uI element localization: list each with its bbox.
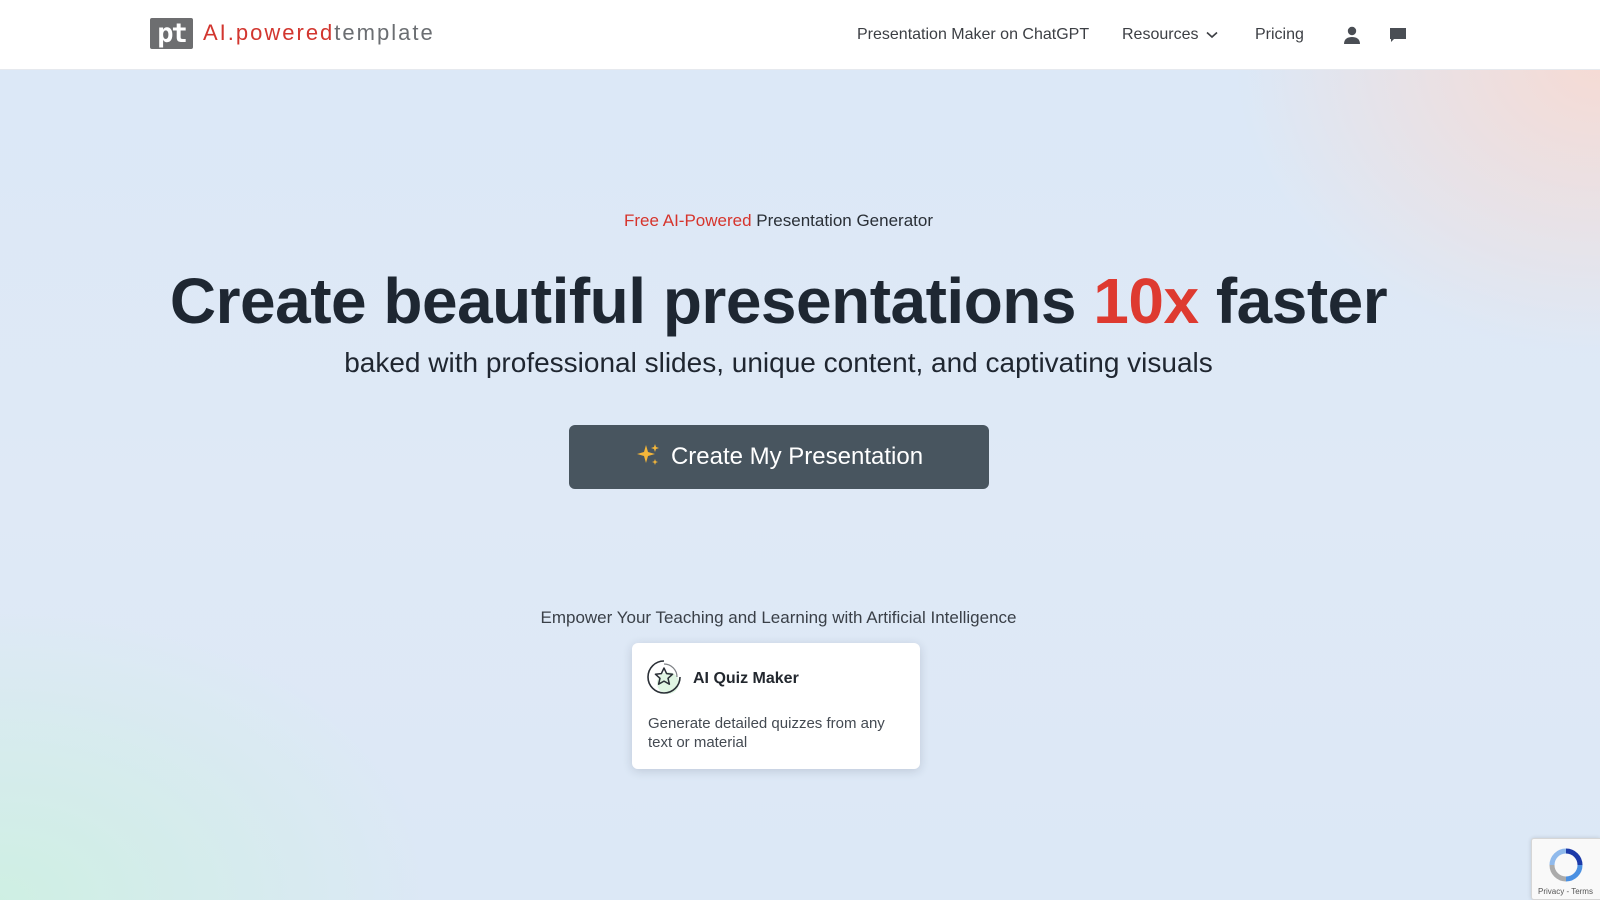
logo-mark: pt	[150, 17, 193, 49]
hero-headline-before: Create beautiful presentations	[169, 265, 1077, 337]
nav-link-presentation-maker-chatgpt[interactable]: Presentation Maker on ChatGPT	[857, 0, 1089, 70]
hero-subheading: baked with professional slides, unique c…	[344, 347, 1213, 378]
hero-eyebrow: Free AI-Powered Presentation Generator	[0, 211, 1557, 231]
hero-headline-accent: 10x	[1093, 265, 1199, 337]
nav-dropdown-resources[interactable]: Resources	[1122, 0, 1219, 70]
chat-icon[interactable]	[1386, 23, 1410, 47]
create-presentation-label: Create My Presentation	[670, 443, 924, 470]
recaptcha-badge[interactable]: Privacy - Terms	[1531, 838, 1600, 900]
sparkle-icon	[635, 442, 661, 472]
section-title: Empower Your Teaching and Learning with …	[540, 608, 1017, 627]
feature-card-description: Generate detailed quizzes from any text …	[648, 715, 885, 751]
recaptcha-terms[interactable]: Privacy - Terms	[1538, 887, 1593, 896]
create-presentation-button[interactable]: Create My Presentation	[569, 425, 989, 489]
feature-card-ai-quiz-maker[interactable]: AI Quiz Maker Generate detailed quizzes …	[632, 643, 920, 769]
feature-card-title: AI Quiz Maker	[693, 670, 799, 687]
logo-wordmark-grey: template	[334, 20, 435, 45]
hero-eyebrow-rest: Presentation Generator	[756, 211, 933, 230]
logo-wordmark: AI.poweredtemplate	[203, 20, 435, 46]
chevron-down-icon	[1206, 26, 1219, 44]
nav-resources-label: Resources	[1122, 26, 1199, 43]
hero-eyebrow-accent: Free AI-Powered	[623, 211, 752, 230]
user-icon[interactable]	[1340, 23, 1364, 47]
hero-headline-after: faster	[1215, 265, 1388, 337]
recaptcha-icon	[1548, 847, 1584, 888]
site-logo[interactable]: pt AI.poweredtemplate	[150, 17, 435, 49]
nav-link-pricing[interactable]: Pricing	[1255, 0, 1304, 70]
star-badge-icon	[646, 659, 682, 695]
logo-wordmark-red: AI.powered	[203, 20, 335, 45]
top-navbar: pt AI.poweredtemplate Presentation Maker…	[0, 0, 1600, 70]
hero-headline: Create beautiful presentations 10x faste…	[0, 262, 1557, 340]
